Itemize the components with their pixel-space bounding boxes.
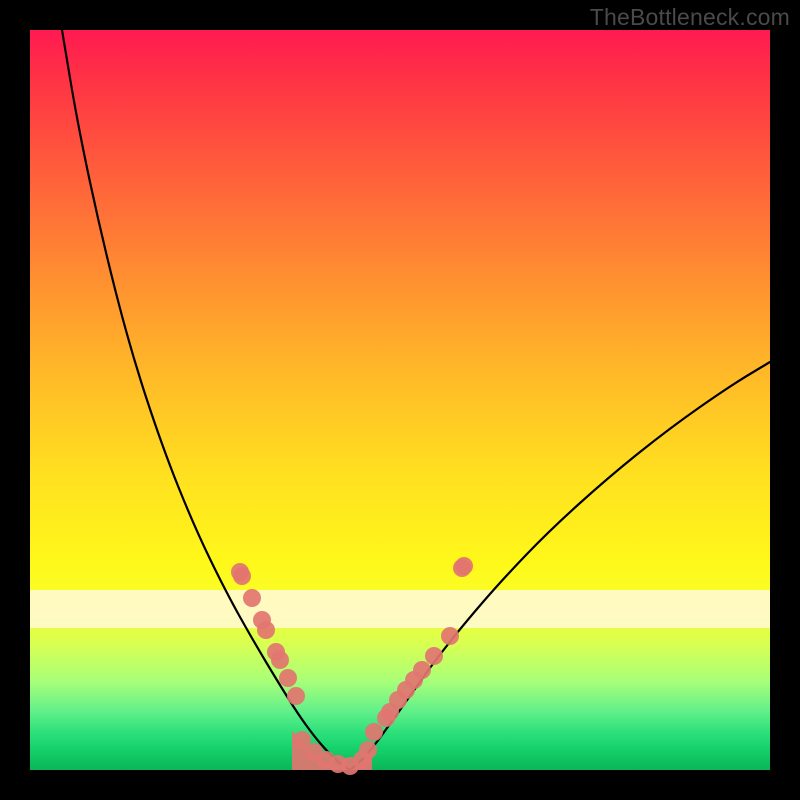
data-dot [455, 557, 473, 575]
data-dot [413, 661, 431, 679]
dots-left-branch [231, 563, 305, 705]
data-dot [271, 651, 289, 669]
curve-left-branch [62, 30, 350, 770]
highlight-band [30, 590, 770, 628]
data-dot [287, 687, 305, 705]
data-dot [441, 627, 459, 645]
chart-overlay [30, 30, 770, 770]
data-dot [279, 669, 297, 687]
curve-right-branch [350, 362, 770, 770]
data-dot [365, 723, 383, 741]
outer-black-frame: TheBottleneck.com [0, 0, 800, 800]
watermark-text: TheBottleneck.com [590, 4, 790, 31]
data-dot [425, 647, 443, 665]
data-dot [359, 741, 377, 759]
data-dot [243, 589, 261, 607]
data-dot [257, 621, 275, 639]
data-dot [233, 567, 251, 585]
dots-right-branch [365, 557, 473, 741]
